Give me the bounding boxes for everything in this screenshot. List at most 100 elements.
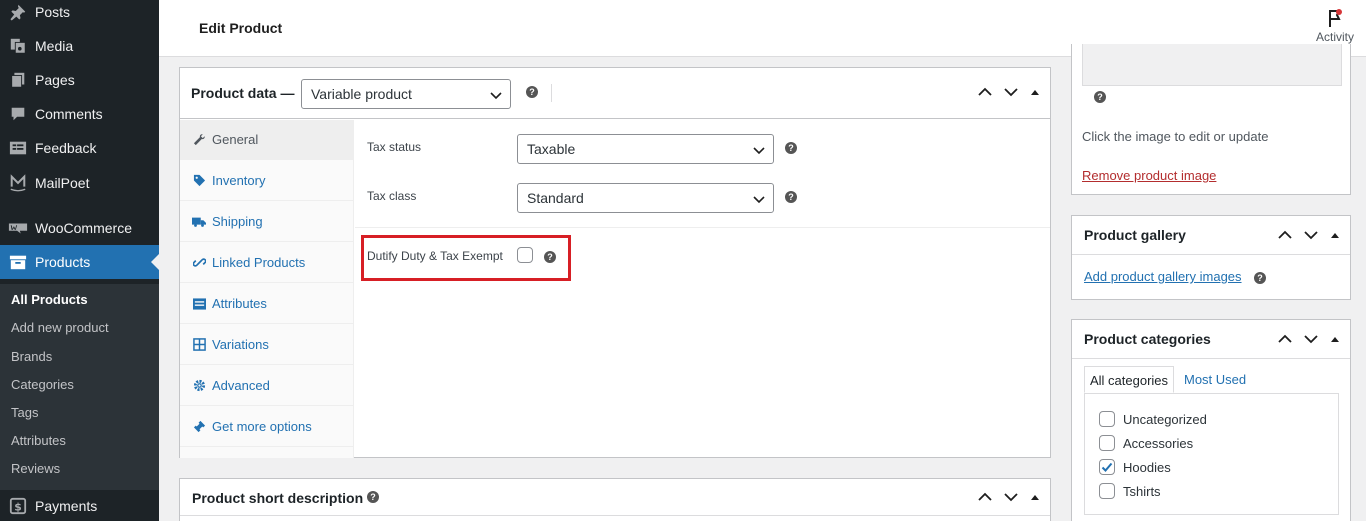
move-up-icon[interactable] [978, 492, 992, 502]
tab-all-categories[interactable]: All categories [1084, 366, 1175, 393]
category-item-uncategorized[interactable]: Uncategorized [1099, 411, 1207, 427]
help-icon[interactable]: ? [526, 86, 538, 98]
short-description-box: Product short description ? [179, 478, 1051, 521]
tax-class-label: Tax class [367, 189, 417, 203]
help-icon[interactable]: ? [367, 491, 379, 503]
help-icon[interactable]: ? [1094, 91, 1106, 103]
dollar-icon: $ [8, 496, 28, 516]
menu-label: Payments [35, 498, 98, 514]
collapse-toggle-icon[interactable] [1330, 231, 1340, 239]
product-type-value: Variable product [311, 86, 412, 102]
menu-item-media[interactable]: Media [0, 29, 159, 63]
tax-status-label: Tax status [367, 140, 422, 154]
category-checkbox[interactable] [1099, 411, 1115, 427]
move-down-icon[interactable] [1304, 334, 1318, 344]
menu-label: Feedback [35, 140, 97, 156]
product-categories-box: Product categories Uncategorized Accesso… [1071, 319, 1351, 521]
product-gallery-box: Product gallery Add product gallery imag… [1071, 215, 1351, 300]
product-data-header: Product data — Variable product ? [180, 68, 1050, 119]
submenu-add-new-product[interactable]: Add new product [11, 320, 109, 335]
add-gallery-images-link[interactable]: Add product gallery images [1084, 269, 1242, 284]
product-categories-title: Product categories [1084, 331, 1211, 347]
category-label: Tshirts [1123, 483, 1161, 499]
collapse-toggle-icon[interactable] [1030, 493, 1040, 501]
move-up-icon[interactable] [978, 87, 992, 97]
submenu-categories[interactable]: Categories [11, 377, 74, 392]
box-handle-actions [978, 87, 1040, 97]
tab-shipping[interactable]: Shipping [180, 202, 354, 242]
category-label: Accessories [1123, 435, 1194, 451]
submenu-attributes[interactable]: Attributes [11, 433, 66, 448]
product-gallery-title: Product gallery [1084, 227, 1186, 243]
product-image-box: ? Click the image to edit or update Remo… [1071, 44, 1351, 195]
submenu-brands[interactable]: Brands [11, 349, 52, 364]
help-icon[interactable]: ? [544, 251, 556, 263]
collapse-toggle-icon[interactable] [1030, 88, 1040, 96]
move-down-icon[interactable] [1004, 492, 1018, 502]
submenu-tags[interactable]: Tags [11, 405, 38, 420]
tab-most-used[interactable]: Most Used [1184, 372, 1246, 387]
tab-advanced[interactable]: Advanced [180, 366, 354, 406]
move-up-icon[interactable] [1278, 334, 1292, 344]
archive-icon [8, 252, 28, 272]
menu-item-pages[interactable]: Pages [0, 63, 159, 97]
tax-status-select[interactable]: Taxable [517, 134, 774, 164]
category-item-hoodies[interactable]: Hoodies [1099, 459, 1171, 475]
menu-label: Media [35, 38, 74, 54]
menu-item-woocommerce[interactable]: WooCommerce [0, 211, 159, 245]
category-item-tshirts[interactable]: Tshirts [1099, 483, 1161, 499]
category-checklist: Uncategorized Accessories Hoodies Tshirt… [1084, 393, 1339, 515]
link-icon [192, 256, 206, 270]
tab-linked-products[interactable]: Linked Products [180, 243, 354, 283]
menu-item-comments[interactable]: Comments [0, 97, 159, 131]
box-handle-actions [1278, 230, 1340, 240]
menu-label: WooCommerce [35, 220, 132, 236]
menu-item-products[interactable]: Products [0, 245, 159, 279]
help-icon[interactable]: ? [1254, 272, 1266, 284]
menu-item-mailpoet[interactable]: MailPoet [0, 166, 159, 200]
activity-label: Activity [1315, 30, 1354, 44]
pushpin-icon [8, 2, 28, 22]
menu-item-payments[interactable]: $ Payments [0, 489, 159, 521]
tab-label: Attributes [212, 296, 267, 311]
move-up-icon[interactable] [1278, 230, 1292, 240]
help-icon[interactable]: ? [785, 191, 797, 203]
tab-variations[interactable]: Variations [180, 325, 354, 365]
box-handle-actions [1278, 334, 1340, 344]
tab-label: Get more options [212, 419, 312, 434]
tab-label: General [212, 132, 259, 147]
tab-label: Linked Products [212, 255, 306, 270]
category-checkbox[interactable] [1099, 483, 1115, 499]
menu-item-feedback[interactable]: Feedback [0, 131, 159, 165]
tax-class-select[interactable]: Standard [517, 183, 774, 213]
flag-icon [1325, 6, 1345, 31]
tab-general[interactable]: General [180, 120, 354, 160]
feedback-icon [8, 138, 28, 158]
comment-icon [8, 104, 28, 124]
category-checkbox[interactable] [1099, 459, 1115, 475]
svg-text:$: $ [14, 501, 22, 514]
remove-product-image-link[interactable]: Remove product image [1082, 168, 1216, 183]
tab-get-more-options[interactable]: Get more options [180, 407, 354, 447]
menu-label: Pages [35, 72, 75, 88]
product-image-thumbnail[interactable] [1082, 44, 1342, 86]
submenu-all-products[interactable]: All Products [11, 292, 88, 307]
tab-attributes[interactable]: Attributes [180, 284, 354, 324]
category-item-accessories[interactable]: Accessories [1099, 435, 1193, 451]
divider [1072, 254, 1350, 255]
submenu-reviews[interactable]: Reviews [11, 461, 60, 476]
activity-button[interactable]: Activity [1312, 6, 1358, 44]
tab-inventory[interactable]: Inventory [180, 161, 354, 201]
category-checkbox[interactable] [1099, 435, 1115, 451]
menu-item-posts[interactable]: Posts [0, 0, 159, 29]
move-down-icon[interactable] [1304, 230, 1318, 240]
move-down-icon[interactable] [1004, 87, 1018, 97]
menu-label: Posts [35, 4, 71, 20]
grid-icon [192, 338, 206, 352]
product-type-select[interactable]: Variable product [301, 79, 511, 109]
dutify-exempt-checkbox[interactable] [517, 247, 533, 263]
truck-icon [192, 215, 206, 229]
tax-status-value: Taxable [527, 141, 576, 157]
collapse-toggle-icon[interactable] [1330, 335, 1340, 343]
help-icon[interactable]: ? [785, 142, 797, 154]
